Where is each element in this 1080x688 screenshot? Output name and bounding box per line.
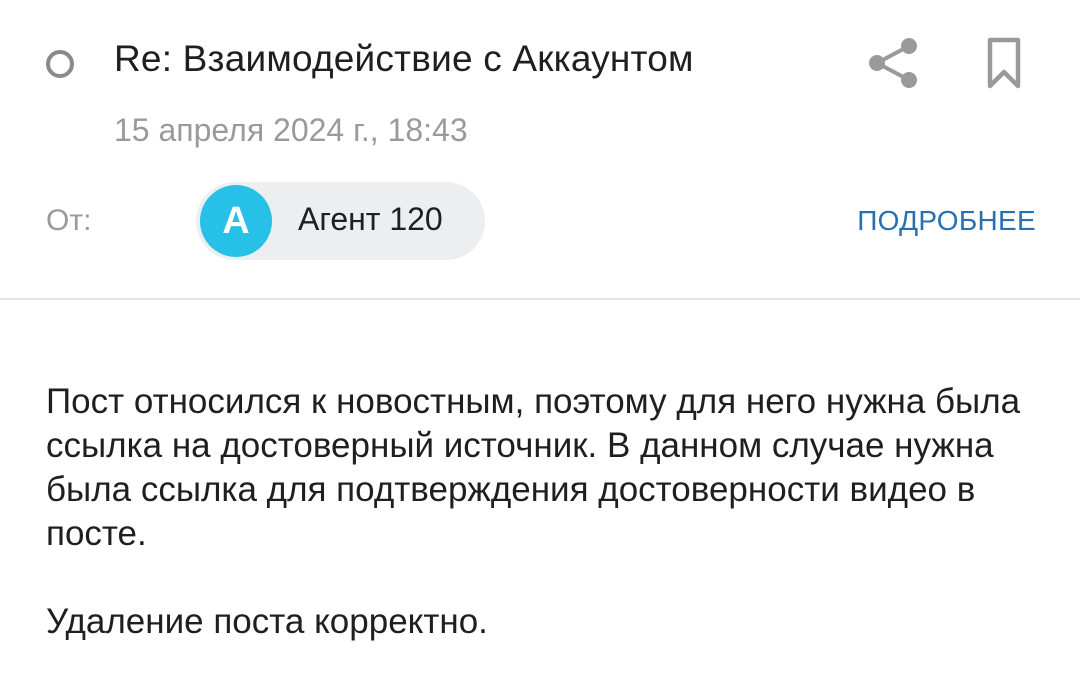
message-date: 15 апреля 2024 г., 18:43 <box>114 112 468 148</box>
details-link[interactable]: ПОДРОБНЕЕ <box>857 205 1036 237</box>
from-label: От: <box>46 204 92 237</box>
message-header: Re: Взаимодействие с Аккаунтом 15 апреля… <box>0 0 1080 298</box>
share-icon[interactable] <box>864 34 922 92</box>
bookmark-icon[interactable] <box>980 34 1028 92</box>
message-paragraph: Удаление поста корректно. <box>46 602 488 641</box>
message-paragraph: Пост относился к новостным, поэтому для … <box>46 382 1021 553</box>
sender-chip[interactable]: A Агент 120 <box>196 182 485 260</box>
sender-avatar: A <box>200 185 272 257</box>
message-body: Пост относился к новостным, поэтому для … <box>46 380 1046 688</box>
read-status-icon[interactable] <box>46 50 74 78</box>
header-divider <box>0 298 1080 300</box>
message-subject: Re: Взаимодействие с Аккаунтом <box>114 38 694 79</box>
sender-name: Агент 120 <box>298 201 443 237</box>
